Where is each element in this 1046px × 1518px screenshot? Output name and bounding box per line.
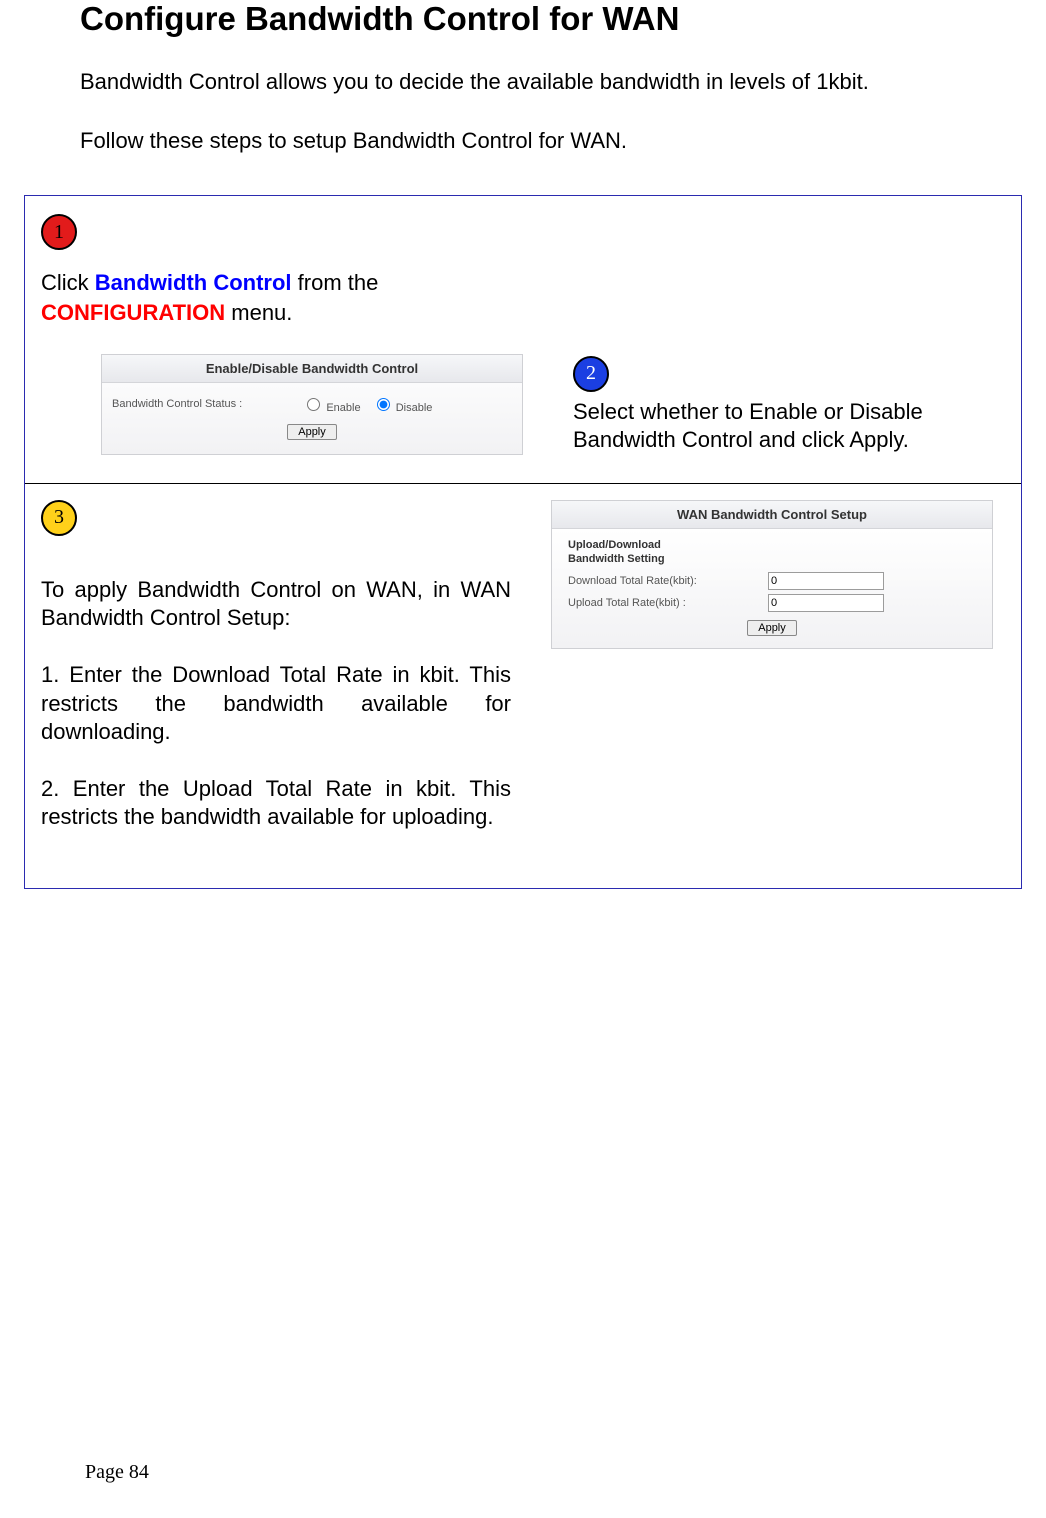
step-3-p1: 1. Enter the Download Total Rate in kbit… [41, 661, 511, 747]
steps-row-2: 3 To apply Bandwidth Control on WAN, in … [25, 484, 1021, 888]
configuration-link: CONFIGURATION [41, 300, 225, 325]
bc-status-radio-group: Enable Disable [302, 395, 440, 414]
apply-button-wan-setup[interactable]: Apply [747, 620, 797, 636]
panel2-heading: WAN Bandwidth Control Setup [552, 501, 992, 529]
step-3-badge: 3 [41, 500, 77, 536]
step-2-badge: 2 [573, 356, 609, 392]
panel1-heading: Enable/Disable Bandwidth Control [102, 355, 522, 383]
step-1-pre: Click [41, 270, 95, 295]
step-3-number: 3 [54, 506, 64, 529]
steps-frame: 1 Click Bandwidth Control from the CONFI… [24, 195, 1022, 889]
download-rate-label: Download Total Rate(kbit): [568, 575, 768, 587]
upload-rate-label: Upload Total Rate(kbit) : [568, 597, 768, 609]
step-1-badge: 1 [41, 214, 77, 250]
step-1-mid: from the [292, 270, 379, 295]
step-2-number: 2 [586, 362, 596, 385]
step-2-text: Select whether to Enable or Disable Band… [573, 398, 1005, 455]
enable-label: Enable [326, 402, 360, 414]
enable-radio[interactable] [307, 398, 320, 411]
apply-button-enable-disable[interactable]: Apply [287, 424, 337, 440]
page-title: Configure Bandwidth Control for WAN [80, 0, 1026, 38]
intro-paragraph-2: Follow these steps to setup Bandwidth Co… [80, 127, 950, 156]
bc-status-label: Bandwidth Control Status : [112, 398, 242, 410]
bandwidth-control-link: Bandwidth Control [95, 270, 292, 295]
steps-row-1: 1 Click Bandwidth Control from the CONFI… [25, 196, 1021, 484]
step-3-p2: 2. Enter the Upload Total Rate in kbit. … [41, 775, 511, 832]
intro-paragraph-1: Bandwidth Control allows you to decide t… [80, 68, 950, 97]
step-3-lead: To apply Bandwidth Control on WAN, in WA… [41, 576, 511, 633]
panel2-subheading: Upload/DownloadBandwidth Setting [568, 539, 976, 567]
step-3-text: To apply Bandwidth Control on WAN, in WA… [41, 576, 511, 832]
download-rate-input[interactable] [768, 572, 884, 590]
enable-disable-panel: Enable/Disable Bandwidth Control Bandwid… [101, 354, 523, 455]
disable-option[interactable]: Disable [372, 402, 433, 414]
step-1-post: menu. [225, 300, 292, 325]
wan-setup-panel: WAN Bandwidth Control Setup Upload/Downl… [551, 500, 993, 650]
disable-radio[interactable] [377, 398, 390, 411]
enable-option[interactable]: Enable [302, 402, 363, 414]
step-1-text: Click Bandwidth Control from the CONFIGU… [41, 268, 1005, 327]
disable-label: Disable [396, 402, 433, 414]
page-number: Page 84 [85, 1461, 149, 1484]
upload-rate-input[interactable] [768, 594, 884, 612]
step-1-number: 1 [54, 221, 64, 244]
